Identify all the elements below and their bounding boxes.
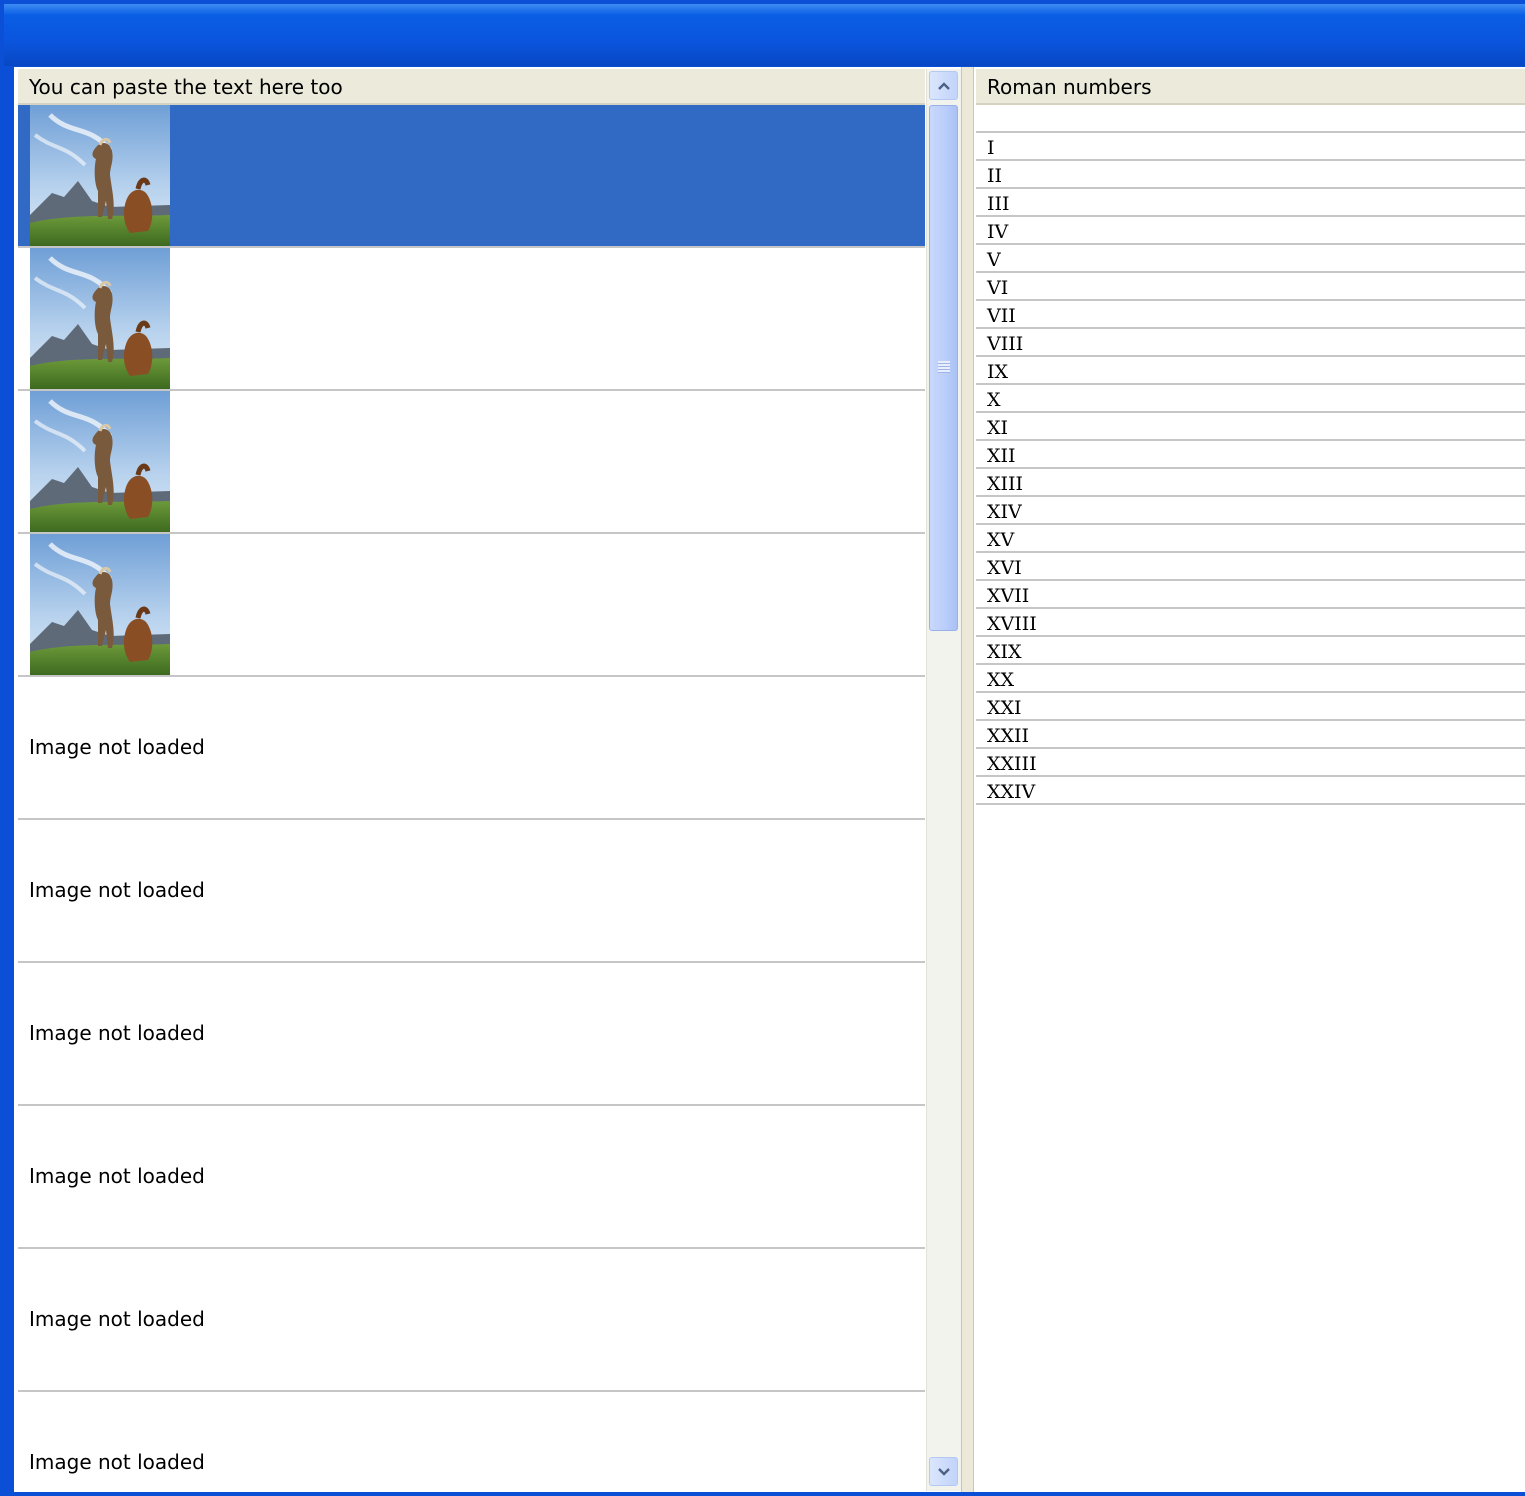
roman-number-item[interactable]: XIX: [976, 637, 1525, 665]
roman-number-item[interactable]: XXI: [976, 693, 1525, 721]
list-item-text: Image not loaded: [29, 878, 205, 902]
roman-number-item[interactable]: XV: [976, 525, 1525, 553]
column-header-label: You can paste the text here too: [29, 75, 343, 99]
list-item[interactable]: Image not loaded: [18, 1106, 925, 1249]
horses-photo-icon: [30, 105, 170, 246]
list-item[interactable]: Image not loaded: [18, 677, 925, 820]
list-item[interactable]: Image not loaded: [18, 1392, 925, 1491]
roman-number-item[interactable]: V: [976, 245, 1525, 273]
scroll-thumb[interactable]: [929, 105, 958, 631]
horses-photo: [30, 248, 170, 389]
title-bar[interactable]: [4, 4, 1525, 66]
list-item-text: Image not loaded: [29, 1307, 205, 1331]
vertical-scrollbar[interactable]: [926, 69, 961, 1491]
roman-number-item[interactable]: XVIII: [976, 609, 1525, 637]
list-item-text: Image not loaded: [29, 1450, 205, 1474]
roman-number-item[interactable]: XI: [976, 413, 1525, 441]
roman-number-item[interactable]: X: [976, 385, 1525, 413]
roman-numbers-column-header[interactable]: Roman numbers: [976, 69, 1525, 105]
roman-number-item[interactable]: II: [976, 161, 1525, 189]
list-item[interactable]: [18, 391, 925, 534]
scroll-up-button[interactable]: [929, 71, 958, 100]
horses-photo-icon: [30, 248, 170, 389]
list-item-text: Image not loaded: [29, 1021, 205, 1045]
image-list-pane[interactable]: You can paste the text here too Image no…: [18, 69, 925, 1491]
pane-splitter[interactable]: [961, 67, 974, 1492]
roman-number-item[interactable]: III: [976, 189, 1525, 217]
roman-number-item[interactable]: I: [976, 133, 1525, 161]
roman-number-item[interactable]: XVI: [976, 553, 1525, 581]
chevron-down-icon: [937, 1467, 950, 1476]
roman-number-item[interactable]: VI: [976, 273, 1525, 301]
roman-number-item[interactable]: VIII: [976, 329, 1525, 357]
roman-number-item[interactable]: [976, 105, 1525, 133]
chevron-up-icon: [937, 81, 950, 90]
horses-photo-icon: [30, 534, 170, 675]
scroll-grip-icon: [938, 361, 950, 373]
list-item[interactable]: [18, 248, 925, 391]
horses-photo-icon: [30, 391, 170, 532]
list-item[interactable]: Image not loaded: [18, 1249, 925, 1392]
list-item[interactable]: Image not loaded: [18, 820, 925, 963]
roman-number-item[interactable]: XII: [976, 441, 1525, 469]
roman-numbers-list[interactable]: I II III IV V VI VII VIII IX X XI XII XIII XIV XV XVI XV…: [976, 105, 1525, 805]
horses-photo: [30, 391, 170, 532]
window-bottom-border: [14, 1492, 1525, 1496]
list-item[interactable]: [18, 534, 925, 677]
roman-number-item[interactable]: XXII: [976, 721, 1525, 749]
roman-number-item[interactable]: VII: [976, 301, 1525, 329]
column-header-label: Roman numbers: [987, 75, 1152, 99]
roman-number-item[interactable]: XXIII: [976, 749, 1525, 777]
horses-photo: [30, 105, 170, 246]
roman-number-item[interactable]: IX: [976, 357, 1525, 385]
list-item-text: Image not loaded: [29, 735, 205, 759]
list-item[interactable]: Image not loaded: [18, 963, 925, 1106]
roman-number-item[interactable]: XIII: [976, 469, 1525, 497]
list-item[interactable]: [18, 105, 925, 248]
roman-numbers-pane[interactable]: Roman numbers I II III IV V VI VII VIII IX X XI XII…: [976, 69, 1525, 1491]
image-list-column-header[interactable]: You can paste the text here too: [18, 69, 925, 105]
roman-number-item[interactable]: XX: [976, 665, 1525, 693]
roman-number-item[interactable]: XVII: [976, 581, 1525, 609]
scroll-down-button[interactable]: [929, 1457, 958, 1486]
roman-number-item[interactable]: IV: [976, 217, 1525, 245]
roman-number-item[interactable]: XIV: [976, 497, 1525, 525]
image-list[interactable]: Image not loaded Image not loaded Image no…: [18, 105, 925, 1491]
horses-photo: [30, 534, 170, 675]
roman-number-item[interactable]: XXIV: [976, 777, 1525, 805]
list-item-text: Image not loaded: [29, 1164, 205, 1188]
